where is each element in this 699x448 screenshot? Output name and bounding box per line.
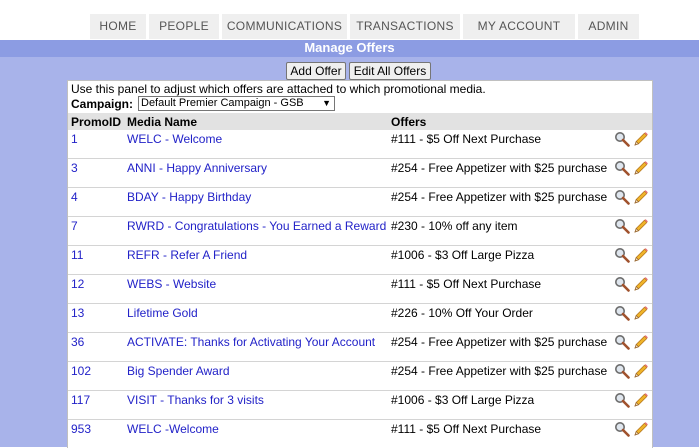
media-name-link[interactable]: ANNI - Happy Anniversary (127, 161, 267, 175)
top-nav: HOME PEOPLE COMMUNICATIONS TRANSACTIONS … (90, 14, 642, 39)
table-row: 7 RWRD - Congratulations - You Earned a … (68, 217, 652, 246)
promo-id-link[interactable]: 11 (71, 248, 83, 262)
magnifier-icon[interactable] (614, 392, 630, 408)
media-name-link[interactable]: ACTIVATE: Thanks for Activating Your Acc… (127, 335, 375, 349)
header-media-name: Media Name (127, 115, 198, 129)
pencil-icon[interactable] (633, 189, 649, 205)
page-title: Manage Offers (0, 40, 699, 57)
magnifier-icon[interactable] (614, 276, 630, 292)
offer-text: #111 - $5 Off Next Purchase (391, 132, 542, 146)
media-name-link[interactable]: WELC - Welcome (127, 132, 222, 146)
promo-id-link[interactable]: 1 (71, 132, 78, 146)
table-row: 4 BDAY - Happy Birthday #254 - Free Appe… (68, 188, 652, 217)
magnifier-icon[interactable] (614, 363, 630, 379)
magnifier-icon[interactable] (614, 305, 630, 321)
promo-id-link[interactable]: 12 (71, 277, 84, 291)
tab-home[interactable]: HOME (90, 14, 146, 39)
magnifier-icon[interactable] (614, 189, 630, 205)
media-name-link[interactable]: Lifetime Gold (127, 306, 198, 320)
promo-id-link[interactable]: 102 (71, 364, 91, 378)
pencil-icon[interactable] (633, 363, 649, 379)
magnifier-icon[interactable] (614, 334, 630, 350)
magnifier-icon[interactable] (614, 421, 630, 437)
offer-text: #254 - Free Appetizer with $25 purchase (391, 190, 608, 204)
table-row: 11 REFR - Refer A Friend #1006 - $3 Off … (68, 246, 652, 275)
header-offers: Offers (391, 115, 427, 129)
tab-admin[interactable]: ADMIN (578, 14, 639, 39)
magnifier-icon[interactable] (614, 131, 630, 147)
offer-text: #254 - Free Appetizer with $25 purchase (391, 335, 608, 349)
offer-text: #230 - 10% off any item (391, 219, 518, 233)
media-name-link[interactable]: RWRD - Congratulations - You Earned a Re… (127, 219, 386, 233)
table-row: 12 WEBS - Website #111 - $5 Off Next Pur… (68, 275, 652, 304)
dropdown-arrow-icon: ▼ (322, 98, 331, 108)
table-row: 1 WELC - Welcome #111 - $5 Off Next Purc… (68, 130, 652, 159)
table-row: 36 ACTIVATE: Thanks for Activating Your … (68, 333, 652, 362)
media-name-link[interactable]: WELC -Welcome (127, 422, 219, 436)
tab-communications[interactable]: COMMUNICATIONS (222, 14, 347, 39)
table-row: 13 Lifetime Gold #226 - 10% Off Your Ord… (68, 304, 652, 333)
offer-text: #226 - 10% Off Your Order (391, 306, 533, 320)
media-name-link[interactable]: VISIT - Thanks for 3 visits (127, 393, 264, 407)
pencil-icon[interactable] (633, 247, 649, 263)
tab-transactions[interactable]: TRANSACTIONS (350, 14, 460, 39)
magnifier-icon[interactable] (614, 247, 630, 263)
pencil-icon[interactable] (633, 218, 649, 234)
tab-my-account[interactable]: MY ACCOUNT (463, 14, 575, 39)
pencil-icon[interactable] (633, 421, 649, 437)
add-offer-button[interactable]: Add Offer (286, 62, 346, 80)
promo-id-link[interactable]: 4 (71, 190, 78, 204)
magnifier-icon[interactable] (614, 218, 630, 234)
media-name-link[interactable]: Big Spender Award (127, 364, 230, 378)
table-row: 117 VISIT - Thanks for 3 visits #1006 - … (68, 391, 652, 420)
pencil-icon[interactable] (633, 160, 649, 176)
pencil-icon[interactable] (633, 131, 649, 147)
promo-id-link[interactable]: 117 (71, 393, 90, 407)
campaign-label: Campaign: (71, 97, 134, 111)
pencil-icon[interactable] (633, 334, 649, 350)
table-row: 3 ANNI - Happy Anniversary #254 - Free A… (68, 159, 652, 188)
header-promoid: PromoID (71, 115, 122, 129)
main-area: Manage Offers Add Offer Edit All Offers … (0, 40, 699, 448)
pencil-icon[interactable] (633, 276, 649, 292)
pencil-icon[interactable] (633, 392, 649, 408)
campaign-select[interactable]: Default Premier Campaign - GSB ▼ (138, 96, 335, 111)
offers-panel: Use this panel to adjust which offers ar… (67, 80, 653, 448)
table-row: 953 WELC -Welcome #111 - $5 Off Next Pur… (68, 420, 652, 448)
promo-id-link[interactable]: 7 (71, 219, 78, 233)
table-row: 102 Big Spender Award #254 - Free Appeti… (68, 362, 652, 391)
campaign-selected-value: Default Premier Campaign - GSB (141, 97, 304, 109)
offer-text: #111 - $5 Off Next Purchase (391, 422, 542, 436)
media-name-link[interactable]: BDAY - Happy Birthday (127, 190, 251, 204)
offer-text: #254 - Free Appetizer with $25 purchase (391, 161, 608, 175)
magnifier-icon[interactable] (614, 160, 630, 176)
promo-id-link[interactable]: 13 (71, 306, 84, 320)
offer-text: #254 - Free Appetizer with $25 purchase (391, 364, 608, 378)
promo-id-link[interactable]: 3 (71, 161, 78, 175)
promo-id-link[interactable]: 953 (71, 422, 91, 436)
promo-id-link[interactable]: 36 (71, 335, 84, 349)
intro-text: Use this panel to adjust which offers ar… (71, 82, 486, 96)
tab-people[interactable]: PEOPLE (149, 14, 219, 39)
offer-text: #1006 - $3 Off Large Pizza (391, 393, 535, 407)
offer-text: #1006 - $3 Off Large Pizza (391, 248, 535, 262)
edit-all-offers-button[interactable]: Edit All Offers (349, 62, 431, 80)
table-header: PromoID Media Name Offers (68, 113, 652, 130)
media-name-link[interactable]: REFR - Refer A Friend (127, 248, 247, 262)
offer-text: #111 - $5 Off Next Purchase (391, 277, 542, 291)
media-name-link[interactable]: WEBS - Website (127, 277, 216, 291)
pencil-icon[interactable] (633, 305, 649, 321)
